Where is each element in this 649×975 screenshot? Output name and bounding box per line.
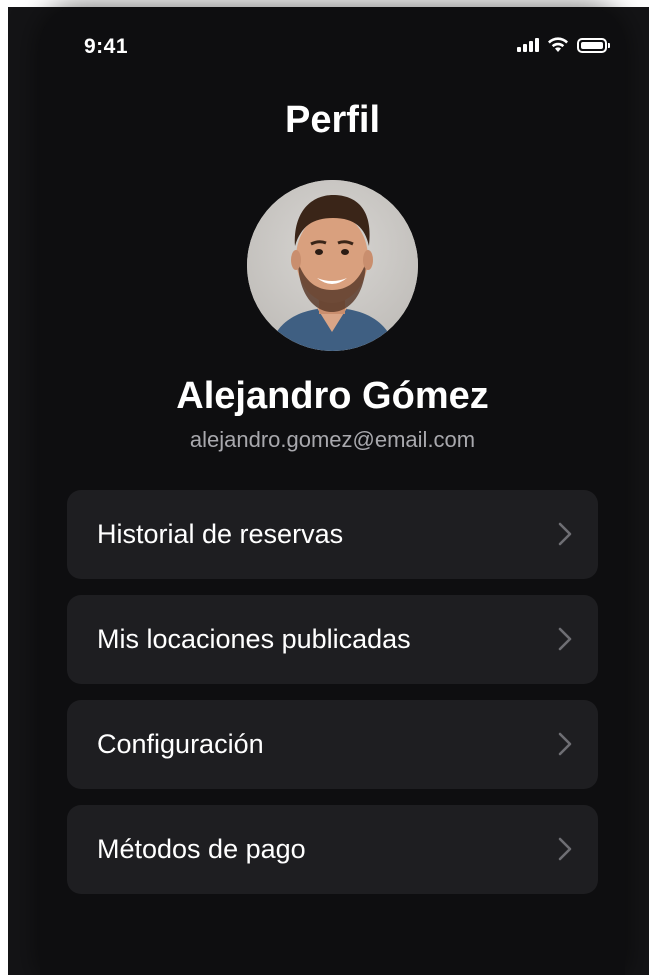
menu-item-label: Configuración [97,729,264,759]
menu-item-payment-methods[interactable]: Métodos de pago [67,805,598,894]
wifi-icon [548,37,568,52]
status-bar: 9:41 [40,7,625,87]
user-name: Alejandro Gómez [176,375,489,417]
status-icons [517,37,610,53]
chevron-right-icon [558,522,572,546]
menu-item-label: Mis locaciones publicadas [97,624,411,654]
page-title: Perfil [284,99,381,141]
avatar-photo [247,180,418,351]
battery-icon [577,37,610,53]
menu-item-published-locations[interactable]: Mis locaciones publicadas [67,595,598,684]
menu-item-label: Historial de reservas [97,519,344,549]
avatar[interactable] [247,180,418,351]
user-email: alejandro.gomez@email.com [189,427,476,452]
phone-screen: 9:41 Perfil Alejandro Gómez alejandro.go… [40,7,625,975]
chevron-right-icon [558,837,572,861]
profile-menu: Historial de reservas Mis locaciones pub… [67,490,598,910]
signal-icon [517,38,539,52]
status-time: 9:41 [84,35,129,58]
chevron-right-icon [558,627,572,651]
menu-item-label: Métodos de pago [97,834,306,864]
menu-item-settings[interactable]: Configuración [67,700,598,789]
chevron-right-icon [558,732,572,756]
menu-item-booking-history[interactable]: Historial de reservas [67,490,598,579]
